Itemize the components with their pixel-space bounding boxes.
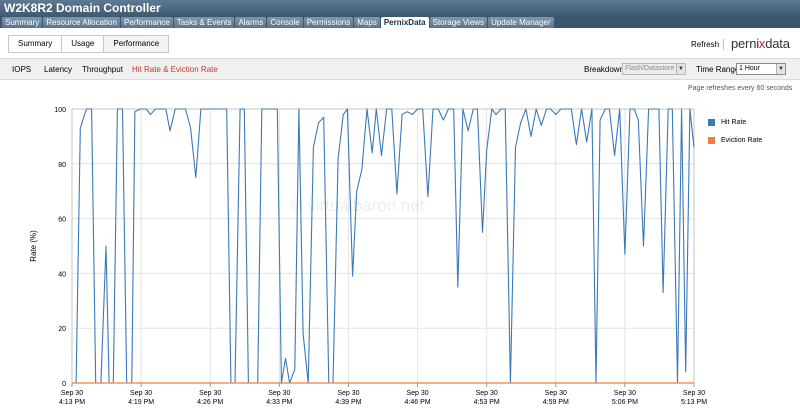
plot-frame <box>71 108 695 384</box>
time-range-select[interactable]: 1 Hour ▼ <box>736 63 786 75</box>
y-axis-label: Rate (%) <box>29 230 38 262</box>
y-tick-label-0: 0 <box>62 381 66 388</box>
refresh-link[interactable]: Refresh <box>691 40 719 49</box>
y-tick-label-4: 80 <box>58 162 66 169</box>
tab-maps[interactable]: Maps <box>354 17 380 28</box>
x-tick-date-6: Sep 30 <box>476 390 498 397</box>
chevron-down-icon: ▼ <box>676 64 685 74</box>
x-tick-time-9: 5:13 PM <box>681 399 707 406</box>
header-divider <box>723 39 724 50</box>
tab-performance[interactable]: Performance <box>120 17 173 28</box>
chart-legend: Hit Rate Eviction Rate <box>708 113 762 149</box>
x-tick-time-0: 4:13 PM <box>59 399 85 406</box>
vm-tab-strip: Summary Resource Allocation Performance … <box>0 16 800 28</box>
subtab-group: Summary Usage Performance <box>8 35 170 53</box>
series-line-hit-rate <box>72 108 695 384</box>
y-tick-label-3: 60 <box>58 217 66 224</box>
hit-rate-chart: 0 20 40 60 80 100 Sep 30 4:13 PM Sep 30 4:19 PM Se… <box>29 107 707 406</box>
logo-part-1: perni <box>731 36 759 51</box>
x-tick-time-2: 4:26 PM <box>197 399 223 406</box>
time-range-label: Time Range: <box>696 65 742 74</box>
metric-throughput[interactable]: Throughput <box>82 65 123 74</box>
x-tick-date-8: Sep 30 <box>614 390 636 397</box>
x-tick-date-2: Sep 30 <box>199 390 221 397</box>
tab-alarms[interactable]: Alarms <box>235 17 267 28</box>
legend-label-hit-rate: Hit Rate <box>721 118 747 126</box>
y-tick-label-5: 100 <box>54 107 66 114</box>
x-tick-date-7: Sep 30 <box>545 390 567 397</box>
tab-permissions[interactable]: Permissions <box>303 17 354 28</box>
breakdown-select[interactable]: Flash/Datastore ▼ <box>622 63 686 75</box>
legend-swatch-eviction-rate <box>708 136 715 144</box>
chevron-down-icon: ▼ <box>776 64 785 74</box>
metric-iops[interactable]: IOPS <box>12 65 31 74</box>
tab-resource-allocation[interactable]: Resource Allocation <box>43 17 120 28</box>
breakdown-value: Flash/Datastore <box>625 65 675 72</box>
x-tick-time-8: 5:06 PM <box>612 399 638 406</box>
time-range-value: 1 Hour <box>739 65 761 72</box>
tab-pernixdata[interactable]: PernixData <box>380 17 429 28</box>
subtab-performance[interactable]: Performance <box>104 36 169 52</box>
metric-bar: IOPS Latency Throughput Hit Rate & Evict… <box>0 58 800 80</box>
x-tick-time-5: 4:46 PM <box>405 399 431 406</box>
x-tick-date-3: Sep 30 <box>268 390 290 397</box>
y-tick-label-1: 20 <box>58 326 66 333</box>
x-tick-time-1: 4:19 PM <box>128 399 154 406</box>
tab-update-manager[interactable]: Update Manager <box>488 17 554 28</box>
x-tick-time-7: 4:59 PM <box>543 399 569 406</box>
pernix-subheader: Summary Usage Performance Refresh pernix… <box>0 28 800 58</box>
tab-storage-views[interactable]: Storage Views <box>429 17 488 28</box>
x-tick-time-3: 4:33 PM <box>266 399 292 406</box>
x-tick-time-6: 4:53 PM <box>474 399 500 406</box>
x-tick-date-9: Sep 30 <box>683 390 705 397</box>
x-tick-date-4: Sep 30 <box>337 390 359 397</box>
tab-console[interactable]: Console <box>267 17 303 28</box>
metric-hit-eviction[interactable]: Hit Rate & Eviction Rate <box>132 65 218 74</box>
legend-item-hit-rate: Hit Rate <box>708 113 762 131</box>
legend-swatch-hit-rate <box>708 118 715 126</box>
tab-summary[interactable]: Summary <box>2 17 43 28</box>
x-tick-date-5: Sep 30 <box>406 390 428 397</box>
legend-label-eviction-rate: Eviction Rate <box>721 136 763 144</box>
subtab-summary[interactable]: Summary <box>9 36 63 52</box>
logo-part-2: data <box>765 36 790 51</box>
y-tick-label-2: 40 <box>58 271 66 278</box>
x-tick-date-1: Sep 30 <box>130 390 152 397</box>
subtab-usage[interactable]: Usage <box>62 36 105 52</box>
tab-tasks-events[interactable]: Tasks & Events <box>173 17 235 28</box>
refresh-note: Page refreshes every 60 seconds <box>688 85 793 92</box>
breakdown-label: Breakdown: <box>584 65 627 74</box>
pernixdata-logo: pernixdata <box>731 36 790 51</box>
x-tick-date-0: Sep 30 <box>61 390 83 397</box>
vsphere-client-window: W2K8R2 Domain Controller Summary Resourc… <box>0 0 800 412</box>
window-title: W2K8R2 Domain Controller <box>0 0 800 16</box>
legend-item-eviction-rate: Eviction Rate <box>708 131 762 149</box>
metric-latency[interactable]: Latency <box>44 65 72 74</box>
x-tick-time-4: 4:39 PM <box>335 399 361 406</box>
